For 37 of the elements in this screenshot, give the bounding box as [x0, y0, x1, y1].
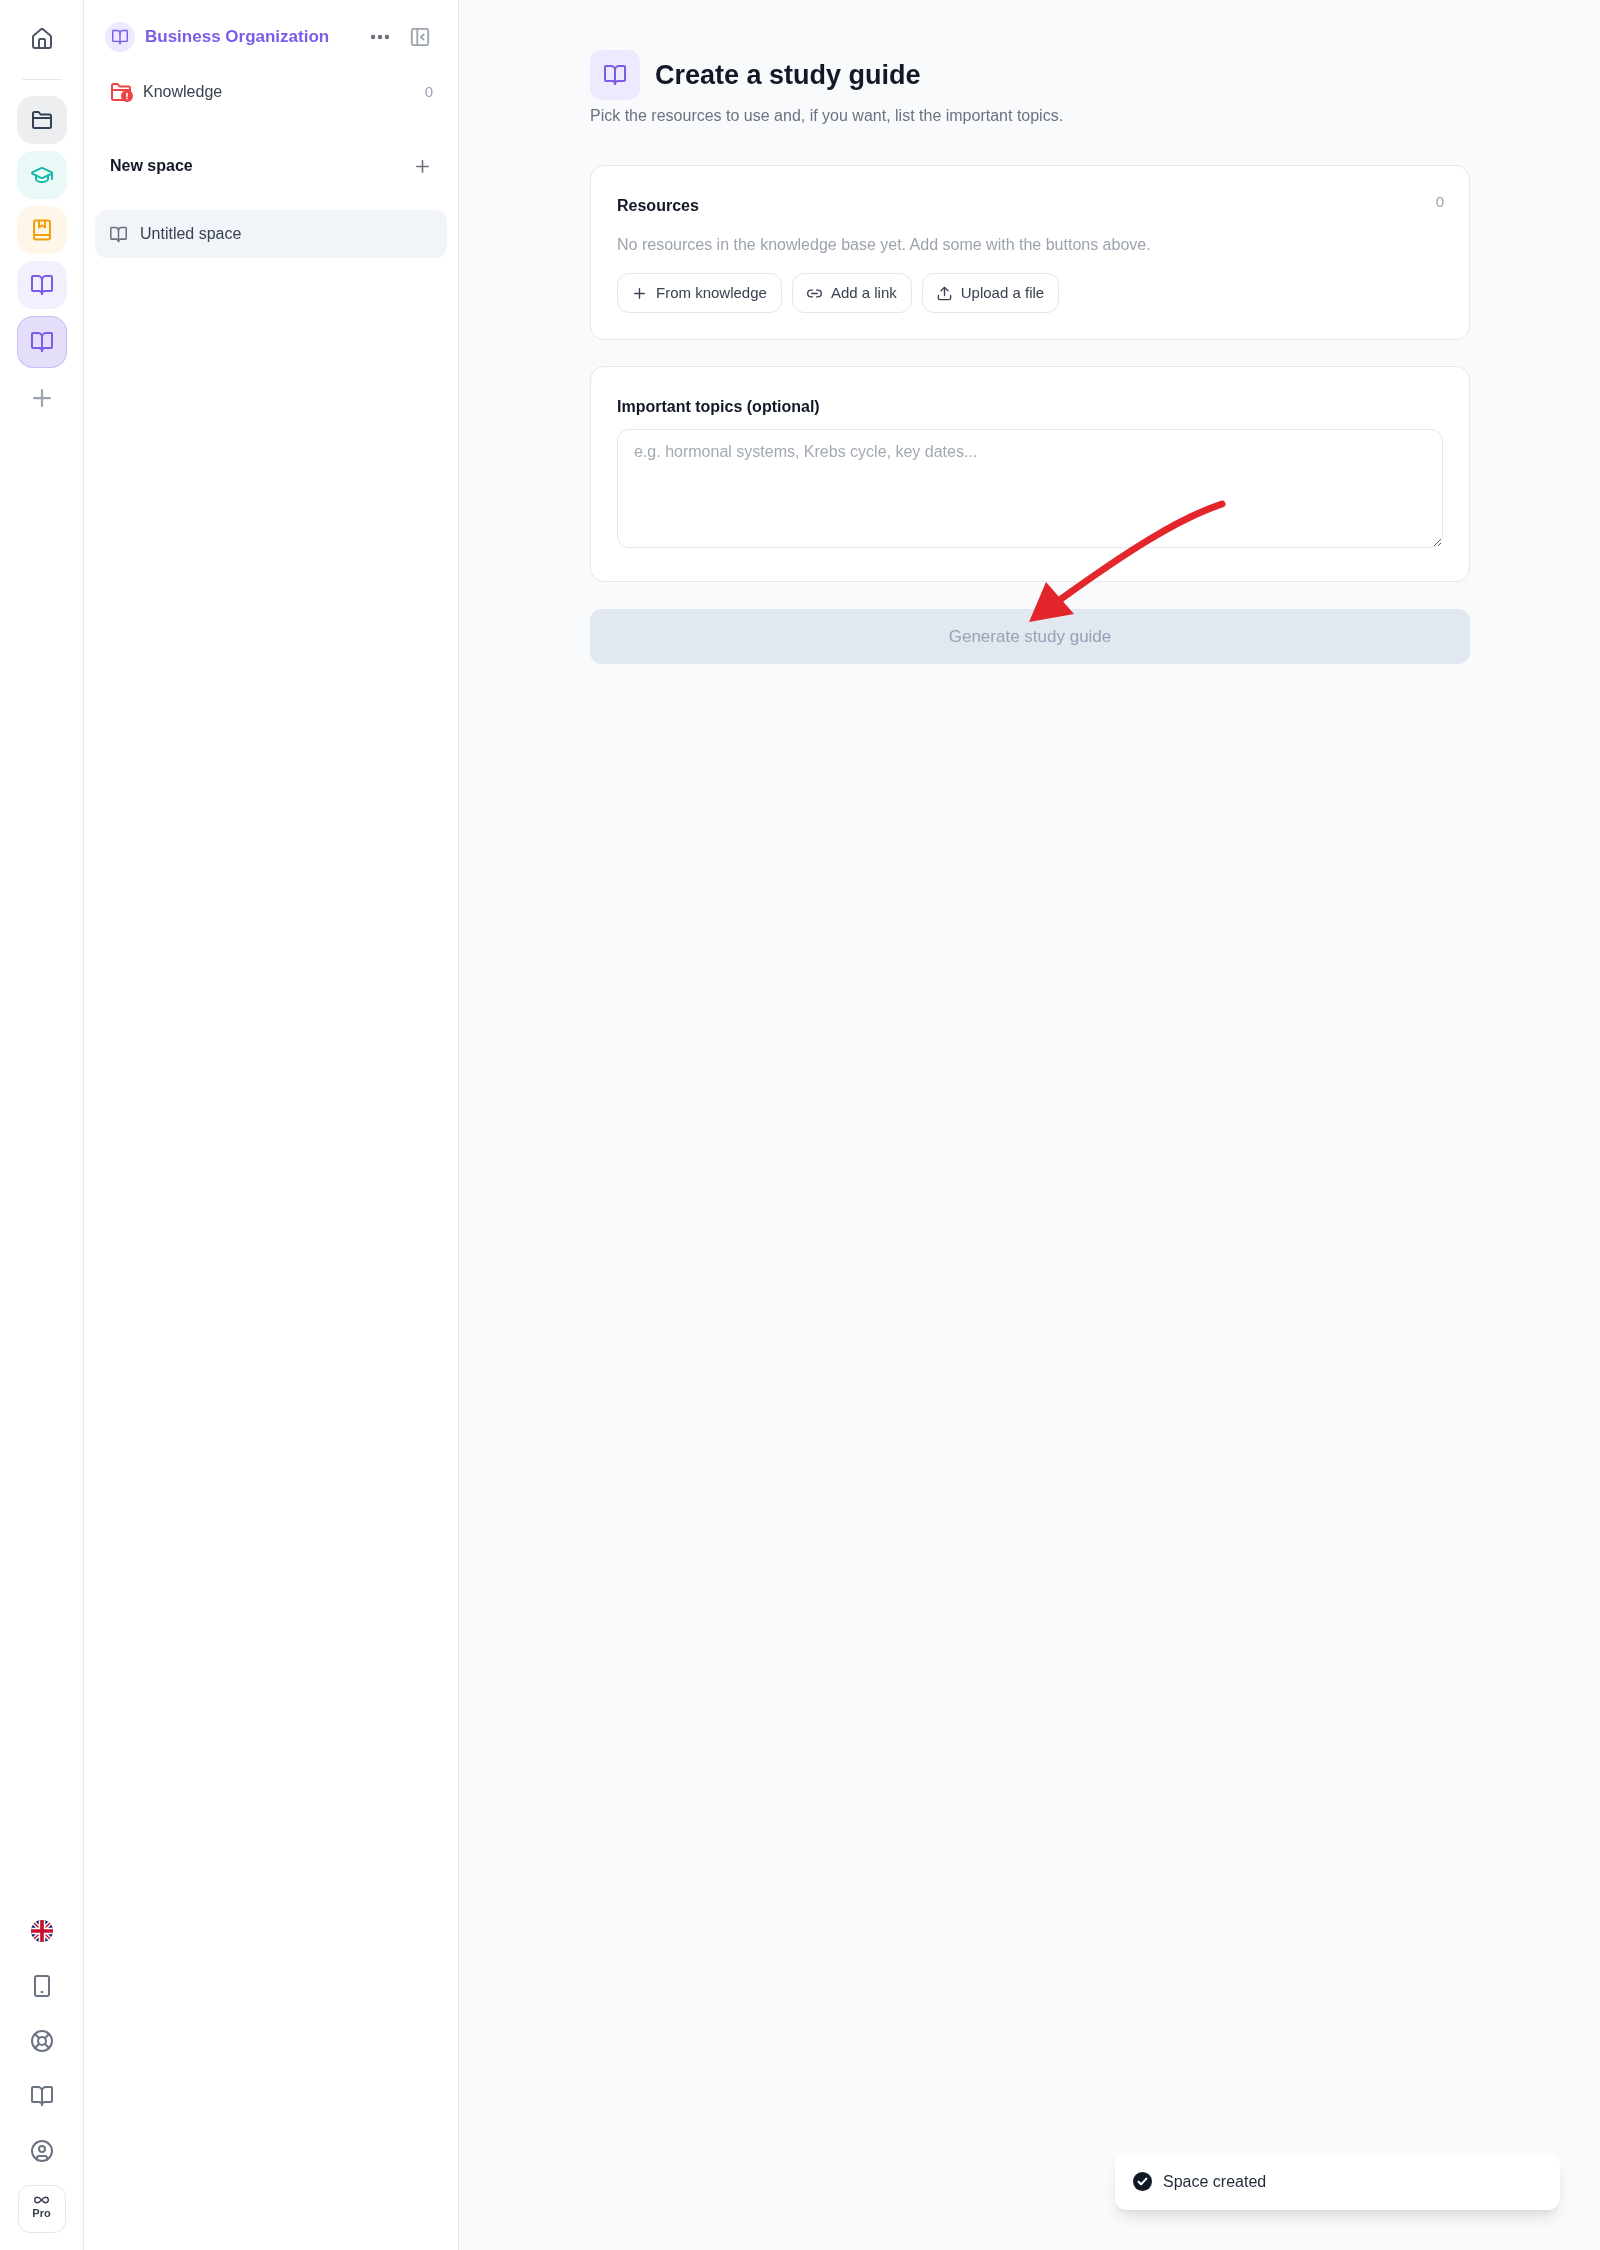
section-title: New space: [110, 156, 193, 176]
resource-count: 0: [1435, 194, 1444, 210]
resource-button[interactable]: From knowledge: [617, 273, 782, 313]
infinity-icon: [34, 2196, 49, 2205]
uk-flag-icon[interactable]: [30, 1920, 53, 1942]
check-circle-icon: [1133, 2172, 1152, 2191]
collapse-sidebar-icon[interactable]: [410, 27, 430, 47]
pro-button[interactable]: Pro: [17, 2185, 66, 2233]
upload-icon: [936, 285, 952, 301]
empty-message: No resources in the knowledge base yet. Add some with the buttons above.: [617, 235, 1152, 255]
folder-icon: [110, 81, 132, 103]
topics-field[interactable]: e.g. hormonal systems, Krebs cycle, key dates...: [617, 429, 1443, 548]
lifebuoy-icon[interactable]: [30, 2030, 53, 2052]
add-icon[interactable]: [416, 159, 429, 173]
open-book-icon: [105, 22, 135, 52]
open-book-icon[interactable]: [30, 2085, 53, 2107]
home-icon[interactable]: [30, 28, 53, 50]
page-subtitle: Pick the resources to use and, if you want, list the important topics.: [590, 106, 1065, 126]
page-title: Create a study guide: [655, 59, 921, 91]
space-button[interactable]: [16, 316, 67, 368]
open-book-icon: [590, 50, 640, 100]
workspace-title[interactable]: Business Organization: [145, 24, 330, 50]
add-icon[interactable]: [32, 389, 51, 407]
open-book-icon: [110, 225, 127, 243]
section-title: Important topics (optional): [617, 397, 821, 417]
more-icon[interactable]: [371, 34, 389, 40]
space-button[interactable]: [16, 96, 67, 144]
item-count: 0: [424, 81, 433, 102]
section-title: Resources: [617, 196, 699, 216]
space-item[interactable]: Untitled space: [95, 210, 447, 258]
knowledge-link[interactable]: Knowledge: [143, 80, 223, 104]
resource-button[interactable]: Upload a file: [921, 273, 1060, 313]
toast-message: Space created: [1163, 2171, 1267, 2192]
user-circle-icon[interactable]: [30, 2140, 53, 2162]
space-button[interactable]: [16, 261, 67, 309]
plus-icon: [632, 285, 647, 301]
resource-button[interactable]: Add a link: [791, 273, 912, 313]
